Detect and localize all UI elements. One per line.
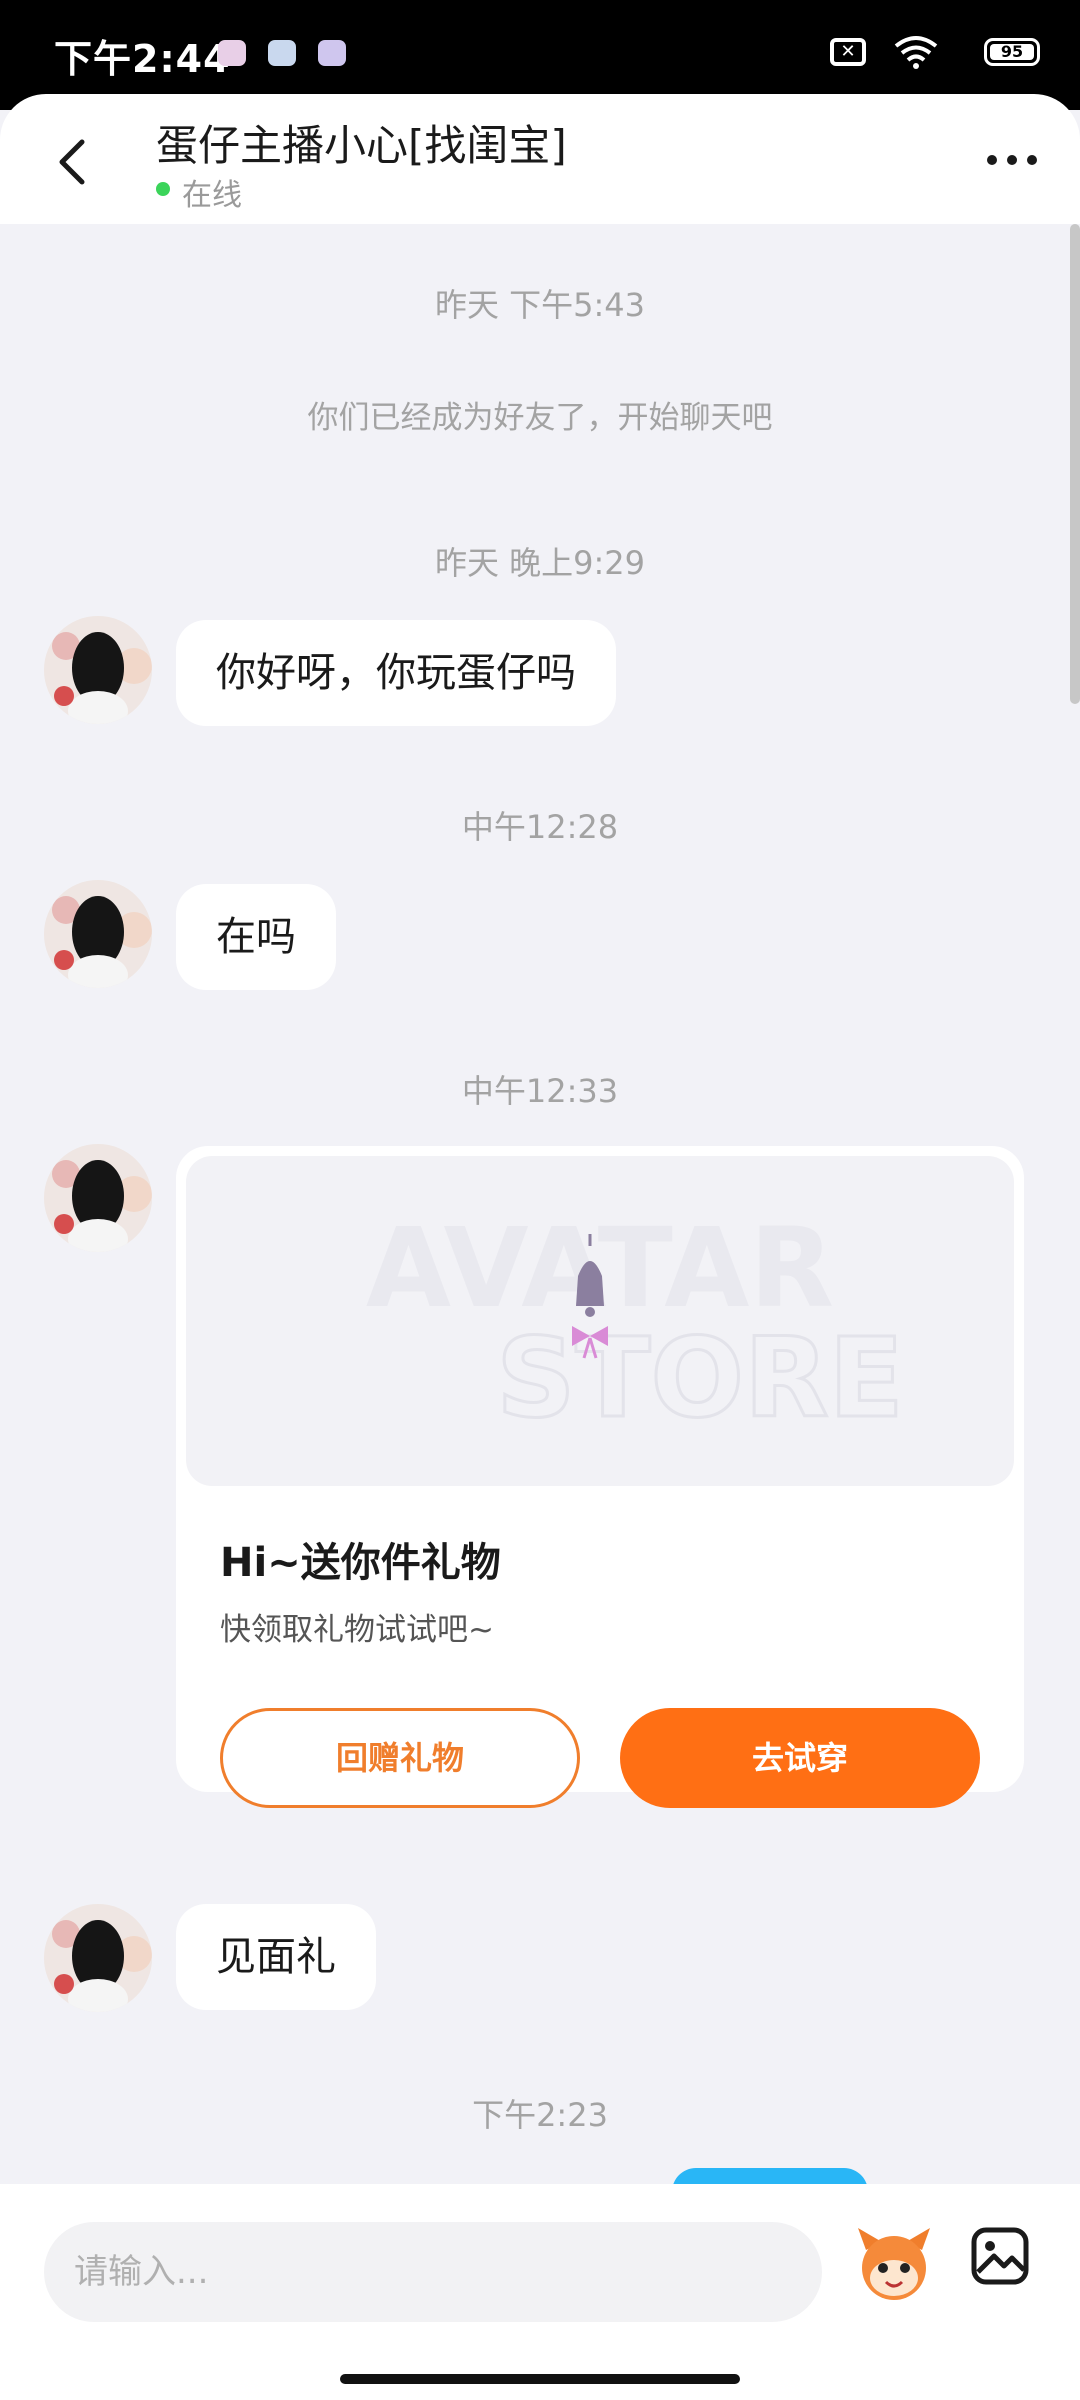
timestamp: 昨天 下午5:43 [434, 286, 646, 324]
contact-avatar[interactable] [44, 880, 152, 988]
chat-header: 蛋仔主播小心[找闺宝] 在线 [0, 94, 1080, 224]
message-input[interactable] [44, 2222, 822, 2322]
home-indicator[interactable] [340, 2374, 740, 2384]
return-gift-button[interactable]: 回赠礼物 [220, 1708, 580, 1808]
try-on-button[interactable]: 去试穿 [620, 1708, 980, 1808]
notification-app-icon [268, 40, 296, 66]
input-bar [0, 2184, 1080, 2400]
contact-avatar[interactable] [44, 616, 152, 724]
timestamp: 中午12:33 [461, 1072, 619, 1110]
timestamp: 中午12:28 [461, 808, 619, 846]
more-options-button[interactable] [984, 150, 1040, 170]
contact-avatar[interactable] [44, 1144, 152, 1252]
message-bubble[interactable]: 你好呀，你玩蛋仔吗 [176, 620, 616, 726]
system-message: 你们已经成为好友了，开始聊天吧 [307, 400, 773, 436]
contact-avatar[interactable] [44, 1904, 152, 2012]
gift-card-title: Hi~送你件礼物 [220, 1540, 501, 1586]
battery-icon: 95 [984, 38, 1040, 66]
no-sim-icon: ✕ [830, 38, 866, 66]
notification-app-icon [218, 40, 246, 66]
image-icon[interactable] [968, 2224, 1032, 2288]
message-bubble[interactable]: 在吗 [176, 884, 336, 990]
message-bubble[interactable]: 见面礼 [176, 1904, 376, 2010]
status-time: 下午2:44 [54, 37, 231, 81]
gift-card[interactable]: AVATAR STORE Hi~送你件礼物 快领取礼物试试吧~ 回赠礼物 去试穿 [176, 1146, 1024, 1808]
watermark-avatar: AVATAR [366, 1204, 834, 1332]
wifi-icon [894, 36, 938, 69]
online-status-dot [156, 182, 170, 196]
outgoing-message-bubble[interactable] [672, 2168, 868, 2184]
battery-level: 95 [990, 44, 1034, 60]
watermark-store: STORE [496, 1314, 904, 1442]
contact-name: 蛋仔主播小心[找闺宝] [156, 121, 567, 170]
chat-messages[interactable]: 昨天 下午5:43 你们已经成为好友了，开始聊天吧 昨天 晚上9:29 你好呀，… [0, 224, 1080, 2184]
gift-preview-image[interactable]: AVATAR STORE [186, 1156, 1014, 1486]
timestamp: 下午2:23 [472, 2096, 608, 2134]
timestamp: 昨天 晚上9:29 [434, 544, 646, 582]
gift-card-subtitle: 快领取礼物试试吧~ [220, 1612, 494, 1648]
emoji-mascot-button[interactable] [852, 2220, 936, 2304]
online-status-text: 在线 [182, 178, 242, 213]
notification-app-icon [318, 40, 346, 66]
back-button[interactable] [48, 132, 98, 192]
